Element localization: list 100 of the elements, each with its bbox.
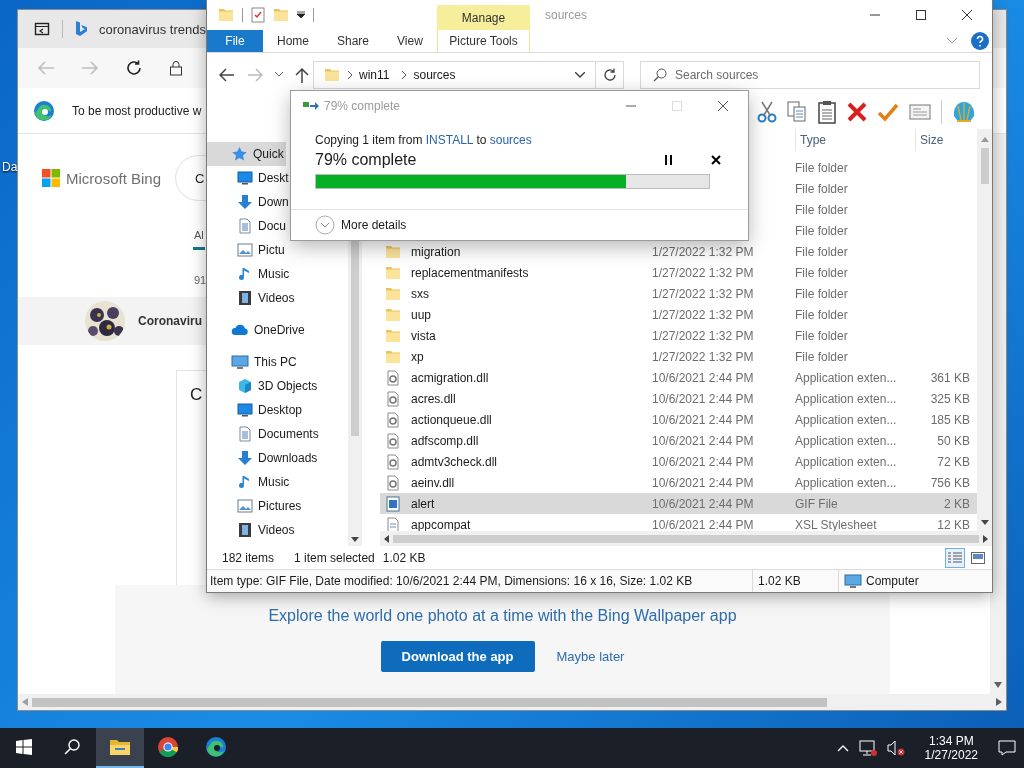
scroll-thumb[interactable] [980, 148, 989, 184]
nav-item[interactable]: Music [207, 470, 292, 494]
window-title: sources [545, 7, 588, 24]
file-name: alert [411, 496, 436, 511]
search-field[interactable]: C [176, 156, 207, 200]
scroll-down-icon[interactable] [994, 682, 1002, 688]
recent-caret-icon[interactable] [275, 72, 283, 78]
nav-item[interactable]: Quick [207, 142, 286, 166]
nav-item-label: Videos [258, 523, 295, 537]
nav-item[interactable]: Pictu [207, 238, 287, 262]
properties-icon[interactable] [251, 7, 265, 23]
nav-item[interactable]: OneDrive [207, 318, 307, 342]
scrollbar[interactable] [18, 694, 1006, 710]
shell-icon[interactable] [952, 100, 976, 124]
status-size: 1.02 KB [752, 570, 838, 592]
up-arrow-icon[interactable] [295, 67, 309, 83]
column-header[interactable]: Type [795, 129, 915, 151]
search-input[interactable]: Search sources [675, 64, 965, 86]
nav-item-label: Quick [253, 147, 284, 161]
checkmark-icon[interactable] [877, 102, 899, 122]
ribbon-tab[interactable]: Home [263, 30, 323, 52]
scroll-down-icon[interactable] [980, 520, 989, 525]
file-type: File folder [795, 181, 849, 196]
nav-item[interactable]: Music [207, 262, 292, 286]
details-view-button[interactable] [945, 547, 965, 568]
notifications-icon[interactable] [998, 740, 1016, 756]
nav-item[interactable]: Pictures [207, 494, 304, 518]
download-button[interactable]: Download the app [380, 641, 535, 672]
lock-icon[interactable] [169, 60, 183, 76]
network-icon[interactable] [858, 740, 877, 756]
clock-time[interactable]: 1:34 PM [928, 734, 974, 748]
tab-title[interactable]: coronavirus trends [99, 21, 206, 37]
nav-item-label: Music [258, 267, 290, 281]
source-link[interactable]: INSTALL [425, 133, 474, 147]
file-name: xp [411, 349, 425, 364]
windows-logo-icon [42, 169, 60, 187]
nav-item[interactable]: Docu [207, 214, 288, 238]
copy-icon[interactable] [787, 101, 807, 123]
tab-actions-icon[interactable] [34, 21, 50, 37]
file-menu-tab[interactable]: File [207, 30, 263, 52]
ribbon-tab[interactable]: Share [323, 30, 384, 52]
address-bar[interactable]: win11 sources [313, 61, 624, 89]
new-folder-icon [273, 7, 289, 23]
customize-caret-icon[interactable] [297, 11, 305, 19]
refresh-icon[interactable] [602, 68, 617, 82]
ribbon-tab[interactable]: View [383, 30, 437, 52]
taskbar-app[interactable] [96, 728, 144, 768]
scissors-icon[interactable] [757, 101, 777, 123]
more-details-link[interactable]: More details [341, 218, 407, 232]
file-row[interactable]: alert 10/6/2021 2:44 PM GIF File 2 KB [380, 493, 977, 514]
file-size: 72 KB [936, 454, 970, 469]
chevron-up-icon[interactable] [836, 744, 849, 752]
destination-link[interactable]: sources [489, 133, 532, 147]
nav-item[interactable]: Documents [207, 422, 321, 446]
delete-icon[interactable] [847, 102, 867, 122]
nav-item[interactable]: Downloads [207, 446, 320, 470]
help-icon[interactable] [971, 32, 989, 50]
scroll-down-icon[interactable] [351, 537, 359, 542]
maybe-later-link[interactable]: Maybe later [556, 649, 625, 664]
nav-item[interactable]: This PC [207, 350, 299, 374]
scroll-right-icon[interactable] [996, 698, 1002, 706]
file-size: 2 KB [943, 496, 970, 511]
desktop-icon-label[interactable]: Da [2, 160, 18, 174]
card-title: C [190, 385, 204, 405]
search-icon [64, 739, 80, 755]
nav-item[interactable]: Deskt [207, 166, 291, 190]
search-field[interactable]: Search sources [640, 61, 980, 89]
muted-speaker-icon[interactable] [886, 740, 905, 756]
scroll-right-icon[interactable] [983, 534, 988, 543]
scroll-thumb[interactable] [32, 697, 827, 707]
nav-item[interactable]: Videos [207, 518, 297, 542]
back-icon[interactable] [219, 68, 235, 82]
nav-item[interactable]: 3D Objects [207, 374, 320, 398]
film-icon [237, 522, 253, 538]
nav-item-label: Pictures [258, 499, 302, 513]
breadcrumb[interactable]: sources [408, 68, 461, 82]
file-date: 10/6/2021 2:44 PM [652, 496, 755, 511]
file-date: 10/6/2021 2:44 PM [652, 475, 755, 490]
scrollbar[interactable] [380, 531, 992, 546]
document-icon [237, 426, 253, 442]
scroll-left-icon[interactable] [384, 534, 389, 543]
monitor-icon [237, 402, 253, 418]
nav-item[interactable]: Videos [207, 286, 297, 310]
refresh-icon[interactable] [125, 59, 143, 77]
scrollbar[interactable] [977, 129, 992, 531]
copy-message: Copying 1 item from INSTALL to sources [315, 133, 533, 147]
clipboard-icon[interactable] [817, 100, 837, 124]
clock-date[interactable]: 1/27/2022 [924, 748, 978, 762]
expand-ribbon-icon[interactable] [947, 38, 957, 44]
topic-title[interactable]: Coronaviru [138, 314, 202, 328]
edge-icon [205, 736, 227, 758]
folder-icon [385, 306, 401, 323]
scroll-thumb[interactable] [393, 534, 979, 543]
breadcrumb[interactable]: win11 [354, 68, 395, 82]
nav-item-label: This PC [254, 355, 297, 369]
file-size: 50 KB [936, 433, 970, 448]
dropdown-caret-icon[interactable] [575, 72, 585, 78]
nav-item[interactable]: Down [207, 190, 291, 214]
nav-item[interactable]: Desktop [207, 398, 305, 422]
column-header[interactable]: Size [915, 129, 970, 151]
